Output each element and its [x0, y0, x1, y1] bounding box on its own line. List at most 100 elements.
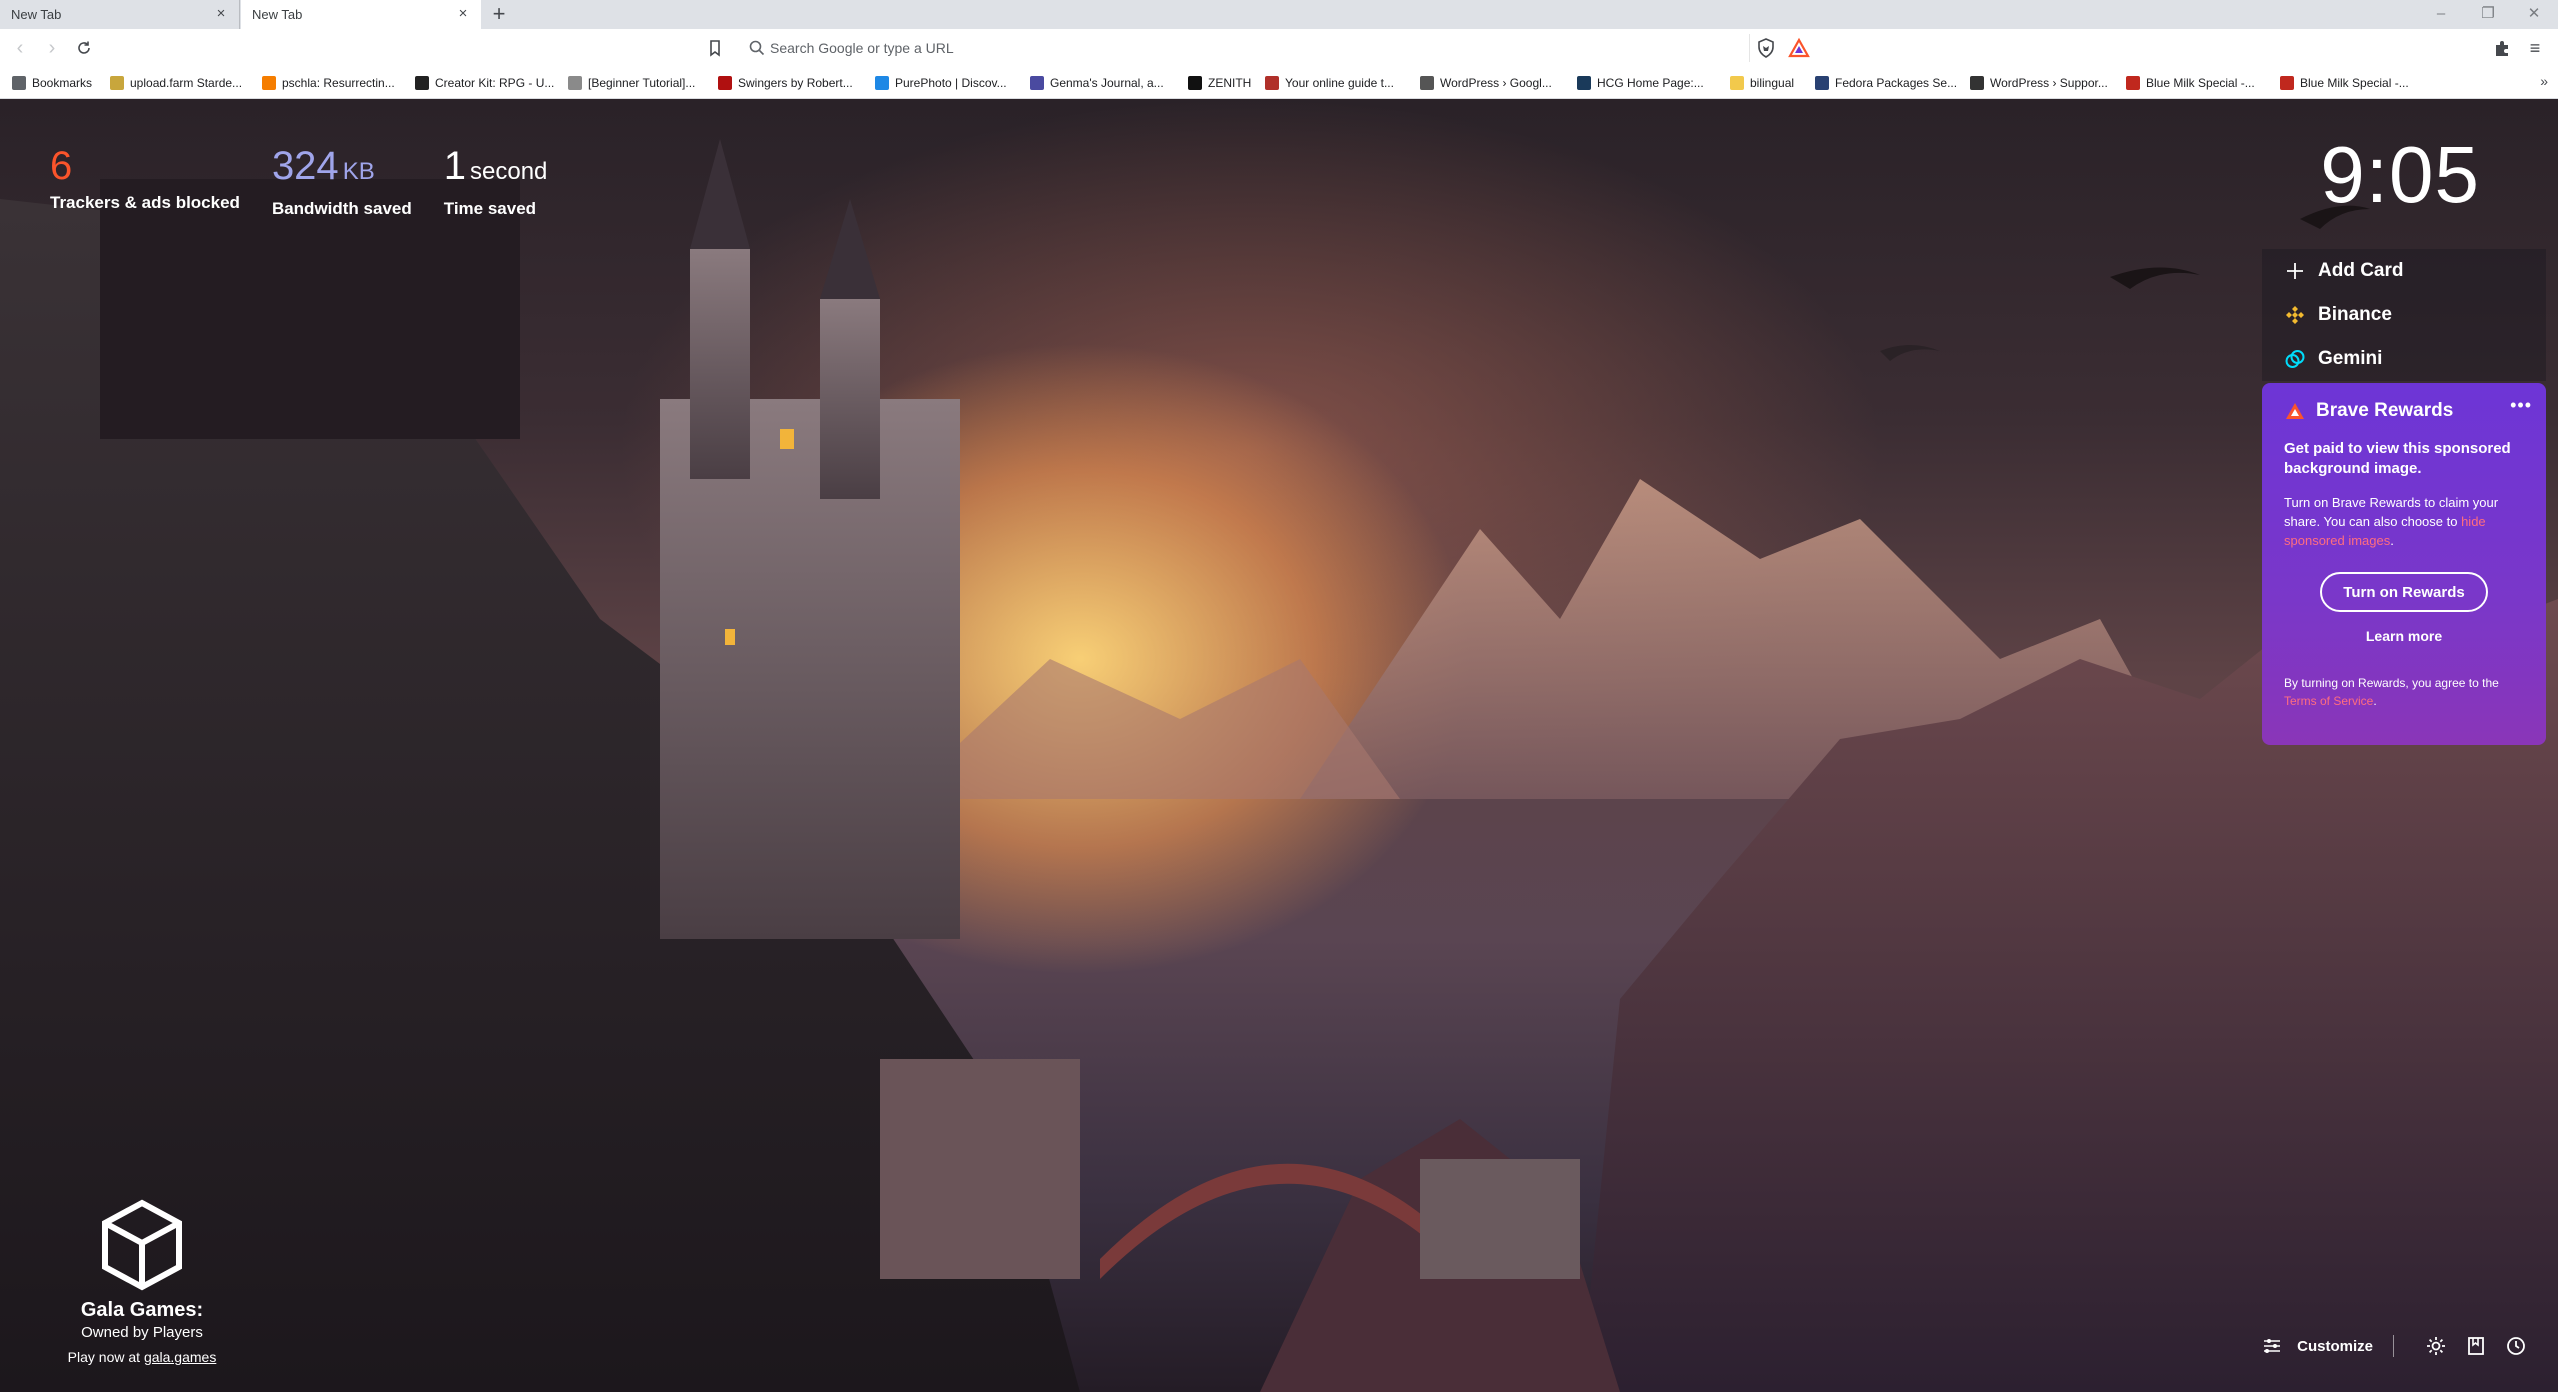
puzzle-icon — [2496, 41, 2508, 56]
wordpress-icon — [1420, 76, 1434, 90]
bookmarks-overflow-button[interactable]: » — [2540, 73, 2548, 89]
brave-rewards-button[interactable] — [1788, 37, 1810, 59]
bookmark-item[interactable]: PurePhoto | Discov... — [875, 74, 1007, 92]
rewards-headline: Get paid to view this sponsored backgrou… — [2284, 440, 2511, 477]
close-icon[interactable]: × — [455, 6, 471, 22]
main-menu-button[interactable]: ≡ — [2524, 37, 2546, 59]
bookmark-item[interactable]: pschla: Resurrectin... — [262, 74, 395, 92]
bookmark-label: Fedora Packages Se... — [1835, 76, 1958, 90]
bookmark-label: Bookmarks — [32, 76, 93, 90]
bookmark-item[interactable]: Blue Milk Special -... — [2126, 74, 2255, 92]
binance-card[interactable]: Binance — [2262, 293, 2546, 337]
bookmark-label: upload.farm Starde... — [130, 76, 243, 90]
bookmark-item[interactable]: [Beginner Tutorial]... — [568, 74, 695, 92]
gemini-icon — [2285, 350, 2305, 368]
bookmark-item[interactable]: Fedora Packages Se... — [1815, 74, 1957, 92]
search-icon — [749, 40, 765, 56]
sponsor-branding[interactable]: Gala Games: Owned by Players Play now at… — [62, 1199, 222, 1365]
bookmark-item[interactable]: Genma's Journal, a... — [1030, 74, 1164, 92]
sliders-icon — [2264, 1339, 2281, 1353]
reload-button[interactable] — [72, 36, 96, 60]
wordpress-support-icon — [1970, 76, 1984, 90]
minimize-button[interactable]: – — [2426, 4, 2456, 24]
customize-button[interactable]: Customize — [2261, 1335, 2394, 1357]
tab-strip: New Tab × New Tab × + – ❐ ✕ — [0, 0, 2558, 29]
forward-button[interactable]: › — [40, 36, 64, 60]
bookmark-label: WordPress › Suppor... — [1990, 76, 2108, 90]
bookmark-label: ZENITH — [1208, 76, 1252, 90]
bookmark-item[interactable]: WordPress › Suppor... — [1970, 74, 2108, 92]
bookmarks-manager-icon[interactable] — [2464, 1334, 2488, 1358]
hcg-icon — [1577, 76, 1591, 90]
brave-rewards-icon — [2286, 403, 2304, 419]
bookmark-item[interactable]: upload.farm Starde... — [110, 74, 242, 92]
learn-more-link[interactable]: Learn more — [2284, 628, 2524, 644]
extensions-button[interactable] — [2491, 37, 2513, 59]
gemini-card[interactable]: Gemini — [2262, 337, 2546, 381]
bookmark-item[interactable]: HCG Home Page:... — [1577, 74, 1704, 92]
bookmark-item[interactable]: Bookmarks — [12, 74, 92, 92]
bookmarks-icon — [12, 76, 26, 90]
bandwidth-value: 324 — [271, 144, 339, 188]
sponsor-link[interactable]: gala.games — [144, 1349, 216, 1365]
address-bar[interactable] — [740, 34, 1750, 62]
bookmark-label: Blue Milk Special -... — [2146, 76, 2255, 90]
turn-on-rewards-button[interactable]: Turn on Rewards — [2320, 572, 2488, 612]
trackers-count: 6 — [50, 144, 73, 188]
new-tab-button[interactable]: + — [488, 3, 510, 25]
bookmark-label: WordPress › Googl... — [1440, 76, 1552, 90]
stat-time-saved: 1 second Time saved — [444, 143, 548, 219]
bookmark-label: HCG Home Page:... — [1597, 76, 1704, 90]
bookmark-item[interactable]: Creator Kit: RPG - U... — [415, 74, 554, 92]
tab-new-tab-1[interactable]: New Tab × — [0, 0, 240, 29]
tab-new-tab-2[interactable]: New Tab × — [241, 0, 481, 29]
toolbar: ‹ › ≡ — [0, 29, 2558, 67]
time-value: 1 — [443, 144, 466, 188]
bookmark-label: [Beginner Tutorial]... — [588, 76, 696, 90]
upload-farm-icon — [110, 76, 124, 90]
terms-of-service-link[interactable]: Terms of Service — [2284, 694, 2373, 708]
bookmark-label: Creator Kit: RPG - U... — [435, 76, 555, 90]
bookmark-label: Your online guide t... — [1285, 76, 1394, 90]
history-icon[interactable] — [2504, 1334, 2528, 1358]
bandwidth-label: Bandwidth saved — [271, 199, 412, 218]
back-button[interactable]: ‹ — [8, 36, 32, 60]
reload-icon — [78, 41, 90, 54]
time-label: Time saved — [443, 199, 537, 218]
bookmark-item[interactable]: WordPress › Googl... — [1420, 74, 1552, 92]
bookmark-label: PurePhoto | Discov... — [895, 76, 1007, 90]
stat-bandwidth-saved: 324 KB Bandwidth saved — [272, 143, 412, 219]
terms-text: By turning on Rewards, you agree to the — [2284, 676, 2499, 690]
stat-trackers-blocked: 6 Trackers & ads blocked — [50, 143, 240, 219]
rewards-title: Brave Rewards — [2316, 400, 2454, 421]
address-input[interactable] — [770, 34, 1720, 62]
maximize-button[interactable]: ❐ — [2473, 4, 2503, 24]
bookmark-item[interactable]: ZENITH — [1188, 74, 1251, 92]
blogger-icon — [262, 76, 276, 90]
bookmark-item[interactable]: bilingual — [1730, 74, 1794, 92]
close-icon[interactable]: × — [213, 6, 229, 22]
hamburger-icon: ≡ — [2529, 38, 2541, 58]
bookmark-label: Blue Milk Special -... — [2300, 76, 2409, 90]
settings-icon[interactable] — [2424, 1334, 2448, 1358]
bandwidth-unit: KB — [342, 158, 375, 185]
brave-rewards-card: Brave Rewards ••• Get paid to view this … — [2262, 383, 2546, 745]
add-card-button[interactable]: Add Card — [2262, 249, 2546, 293]
bookmark-page-button[interactable] — [704, 37, 726, 59]
bookmark-item[interactable]: Your online guide t... — [1265, 74, 1394, 92]
fedora-icon — [1815, 76, 1829, 90]
bottom-toolbar: Customize — [2261, 1330, 2528, 1362]
rewards-body: Turn on Brave Rewards to claim your shar… — [2284, 493, 2524, 550]
bookmark-item[interactable]: Blue Milk Special -... — [2280, 74, 2409, 92]
rewards-terms: By turning on Rewards, you agree to the … — [2284, 674, 2524, 710]
brave-shields-button[interactable] — [1755, 37, 1777, 59]
time-unit: second — [470, 158, 548, 185]
terms-suffix: . — [2373, 694, 2377, 708]
more-options-icon[interactable]: ••• — [2510, 395, 2532, 416]
trackers-label: Trackers & ads blocked — [50, 193, 240, 212]
guide-icon — [1265, 76, 1279, 90]
bookmark-item[interactable]: Swingers by Robert... — [718, 74, 853, 92]
bluemilk-icon — [2280, 76, 2294, 90]
unity-icon — [415, 76, 429, 90]
close-window-button[interactable]: ✕ — [2519, 4, 2549, 24]
